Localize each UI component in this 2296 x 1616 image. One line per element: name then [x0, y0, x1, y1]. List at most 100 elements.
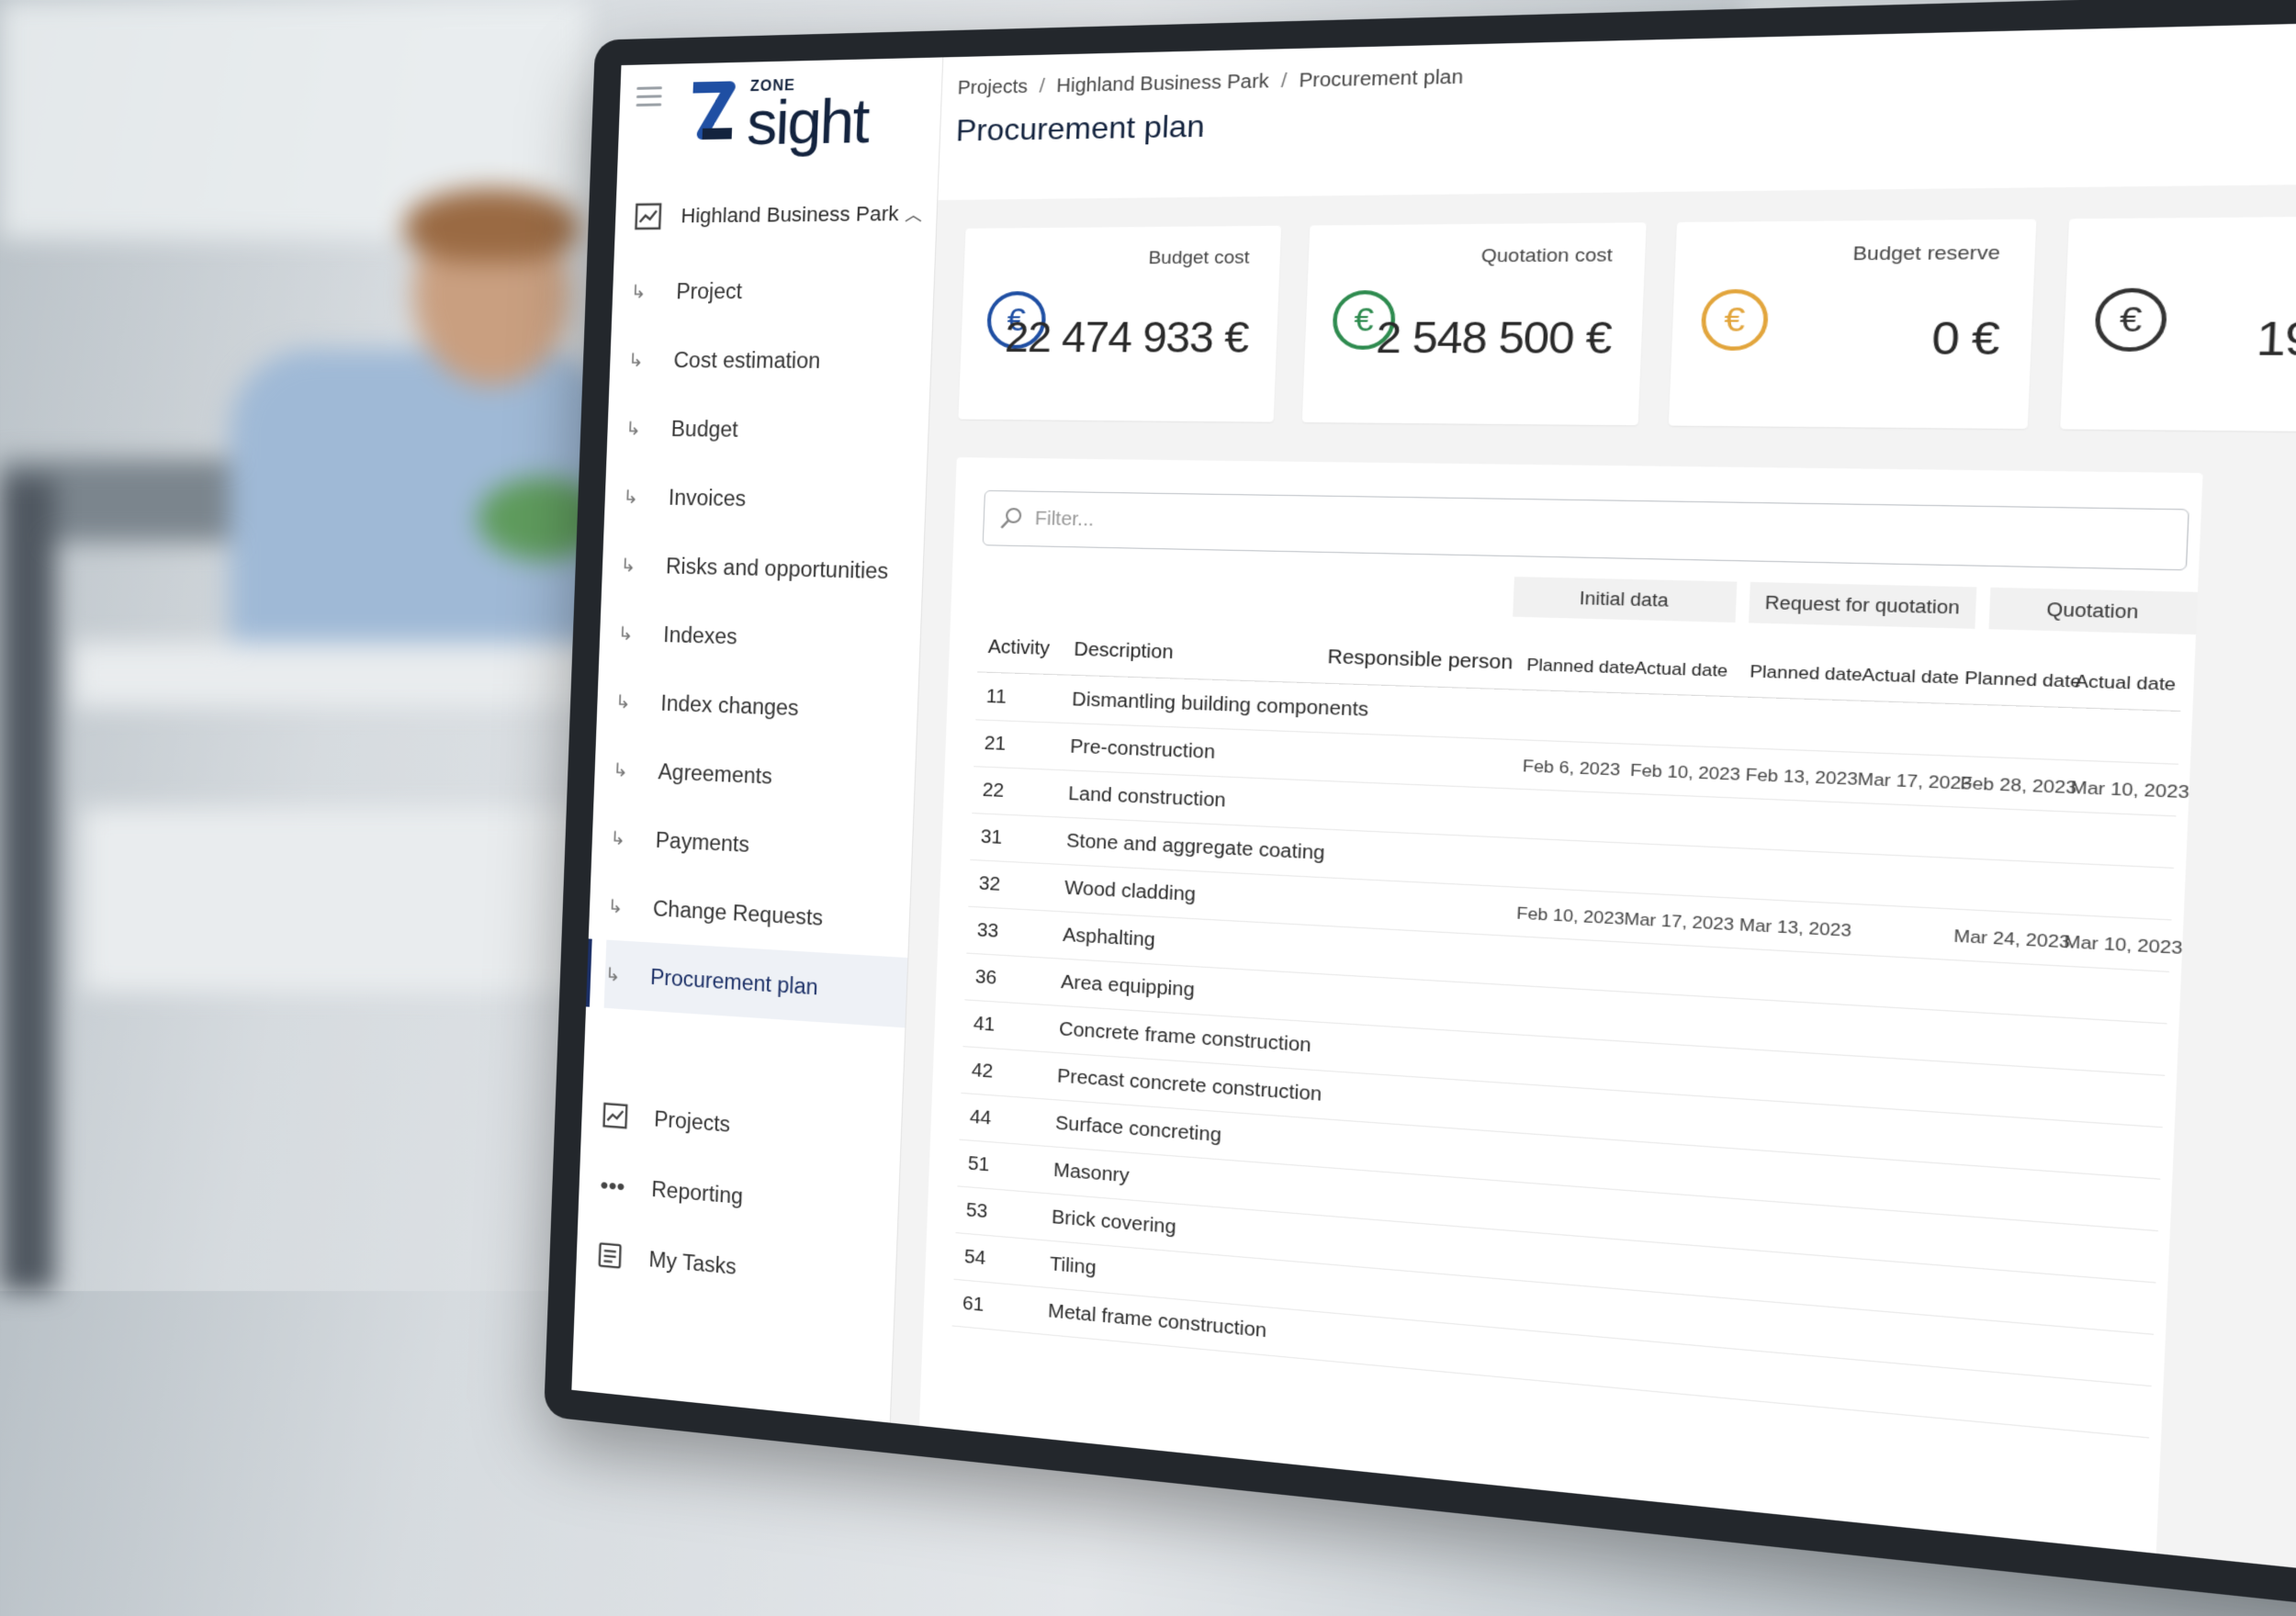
page-header: Projects / Highland Business Park / Proc…	[938, 19, 2296, 201]
cell-description: Brick covering	[1051, 1206, 1177, 1239]
sidebar-item-indexes[interactable]: ↳ Indexes	[617, 599, 922, 677]
cell-initial-planned: Feb 10, 2023	[1515, 903, 1626, 929]
sidebar-item-label: Invoices	[668, 484, 747, 511]
sidebar-project-name: Highland Business Park	[681, 201, 900, 228]
col-responsible[interactable]: Responsible person	[1327, 646, 1514, 675]
sidebar-item-label: Agreements	[658, 758, 773, 789]
breadcrumb-current: Procurement plan	[1298, 66, 1464, 92]
sub-arrow-icon: ↳	[617, 623, 634, 645]
sidebar-item-label: Risks and opportunities	[665, 553, 889, 583]
cell-initial-actual: Feb 10, 2023	[1629, 760, 1741, 785]
sidebar-item-project[interactable]: ↳ Project	[630, 255, 935, 326]
cell-initial-planned: Feb 6, 2023	[1522, 756, 1621, 780]
sidebar-item-budget[interactable]: ↳ Budget	[625, 394, 929, 466]
cell-description: Surface concreting	[1054, 1112, 1222, 1147]
col-rfq-actual[interactable]: Actual date	[1862, 665, 1960, 689]
chevron-up-icon[interactable]: ︿	[905, 201, 923, 226]
cell-description: Wood cladding	[1064, 877, 1197, 906]
cell-description: Metal frame construction	[1047, 1300, 1267, 1342]
col-description[interactable]: Description	[1074, 639, 1174, 664]
cell-activity: 33	[976, 919, 999, 943]
card-quotation-cost: Quotation cost € 2 548 500 €	[1301, 222, 1647, 426]
sidebar-bottom-nav: Projects ••• Reporting My Tasks	[593, 1080, 888, 1316]
sidebar: ZONE sight Highland Business Park ︿ ↳ Pro…	[571, 57, 944, 1423]
cell-description: Dismantling building components	[1071, 689, 1369, 722]
sub-arrow-icon: ↳	[627, 350, 645, 371]
main-content: Projects / Highland Business Park / Proc…	[891, 19, 2296, 1578]
sub-arrow-icon: ↳	[607, 895, 624, 917]
cell-quote-actual: Mar 10, 2023	[2070, 777, 2190, 802]
sidebar-item-risks[interactable]: ↳ Risks and opportunities	[619, 531, 924, 607]
group-request-for-quotation: Request for quotation	[1748, 581, 1977, 629]
sidebar-project-header[interactable]: Highland Business Park ︿	[633, 198, 922, 231]
sidebar-item-label: Procurement plan	[649, 964, 819, 999]
menu-icon[interactable]	[636, 86, 663, 107]
sidebar-item-invoices[interactable]: ↳ Invoices	[622, 463, 927, 537]
cell-description: Pre-construction	[1069, 735, 1216, 764]
chart-icon	[600, 1099, 632, 1133]
cell-activity: 32	[978, 872, 1001, 896]
cell-description: Asphalting	[1062, 925, 1156, 951]
filter-box[interactable]	[982, 489, 2189, 571]
cell-activity: 42	[971, 1060, 994, 1083]
sub-arrow-icon: ↳	[612, 759, 629, 781]
sub-arrow-icon: ↳	[623, 487, 639, 508]
logo-name: sight	[745, 85, 870, 158]
procurement-table-panel: Initial data Request for quotation Quota…	[916, 457, 2203, 1578]
card-value: 0 €	[1930, 313, 2000, 365]
cell-activity: 11	[985, 686, 1007, 708]
cell-description: Masonry	[1052, 1160, 1130, 1187]
card-label: Budget cost	[1148, 247, 1250, 269]
col-initial-planned[interactable]: Planned date	[1526, 656, 1635, 679]
breadcrumb: Projects / Highland Business Park / Proc…	[957, 20, 2296, 100]
sidebar-item-cost-estimation[interactable]: ↳ Cost estimation	[627, 326, 932, 397]
cell-activity: 36	[974, 966, 997, 989]
breadcrumb-project[interactable]: Highland Business Park	[1056, 71, 1269, 97]
cell-quote-actual: Mar 10, 2023	[2063, 931, 2183, 959]
breadcrumb-projects[interactable]: Projects	[957, 76, 1028, 100]
cell-quote-planned: Mar 24, 2023	[1953, 926, 2071, 953]
col-quote-actual[interactable]: Actual date	[2075, 671, 2177, 695]
sidebar-item-label: Change Requests	[652, 895, 824, 930]
sidebar-item-index-changes[interactable]: ↳ Index changes	[614, 668, 918, 747]
breadcrumb-separator: /	[1039, 75, 1046, 97]
card-label: Budget reserve	[1851, 242, 2001, 265]
cell-quote-planned: Feb 28, 2023	[1959, 773, 2077, 798]
sub-arrow-icon: ↳	[614, 691, 632, 713]
cell-activity: 44	[969, 1106, 992, 1129]
card-value: 19 926	[2255, 313, 2296, 366]
cell-activity: 51	[967, 1152, 990, 1176]
card-truncated: C € 19 926	[2060, 215, 2296, 433]
summary-cards: Budget cost € 22 474 933 € Quotation cos…	[958, 215, 2296, 433]
col-rfq-planned[interactable]: Planned date	[1750, 662, 1863, 686]
cell-activity: 41	[973, 1013, 996, 1036]
cell-initial-actual: Mar 17, 2023	[1624, 909, 1735, 935]
card-budget-cost: Budget cost € 22 474 933 €	[958, 225, 1282, 422]
sub-arrow-icon: ↳	[630, 281, 647, 303]
sidebar-item-label: My Tasks	[648, 1246, 737, 1279]
card-label: Quotation cost	[1480, 244, 1614, 267]
card-budget-reserve: Budget reserve € 0 €	[1668, 219, 2037, 430]
col-initial-actual[interactable]: Actual date	[1634, 658, 1728, 681]
col-quote-planned[interactable]: Planned date	[1964, 668, 2082, 693]
cell-activity: 22	[982, 780, 1005, 802]
cell-activity: 21	[984, 733, 1007, 756]
logo-prefix: ZONE	[749, 77, 796, 95]
sub-arrow-icon: ↳	[625, 418, 642, 440]
cell-description: Stone and aggregate coating	[1065, 830, 1325, 865]
col-activity[interactable]: Activity	[987, 636, 1050, 660]
logo-mark-icon	[683, 79, 745, 154]
dots-icon: •••	[600, 1170, 626, 1200]
search-icon	[997, 505, 1026, 533]
group-quotation: Quotation	[1988, 587, 2199, 635]
cell-description: Land construction	[1067, 783, 1227, 812]
tasks-icon	[594, 1239, 626, 1273]
logo[interactable]: ZONE sight	[683, 76, 870, 158]
filter-input[interactable]	[1032, 506, 1995, 550]
card-value: 22 474 933 €	[1004, 314, 1250, 363]
cell-description: Tiling	[1049, 1253, 1097, 1279]
cell-activity: 53	[965, 1199, 988, 1223]
group-initial-data: Initial data	[1513, 577, 1738, 623]
cell-rfq-planned: Mar 13, 2023	[1739, 915, 1852, 941]
sidebar-nav: ↳ Project ↳ Cost estimation ↳ Budget ↳ Invoi…	[603, 255, 935, 1028]
